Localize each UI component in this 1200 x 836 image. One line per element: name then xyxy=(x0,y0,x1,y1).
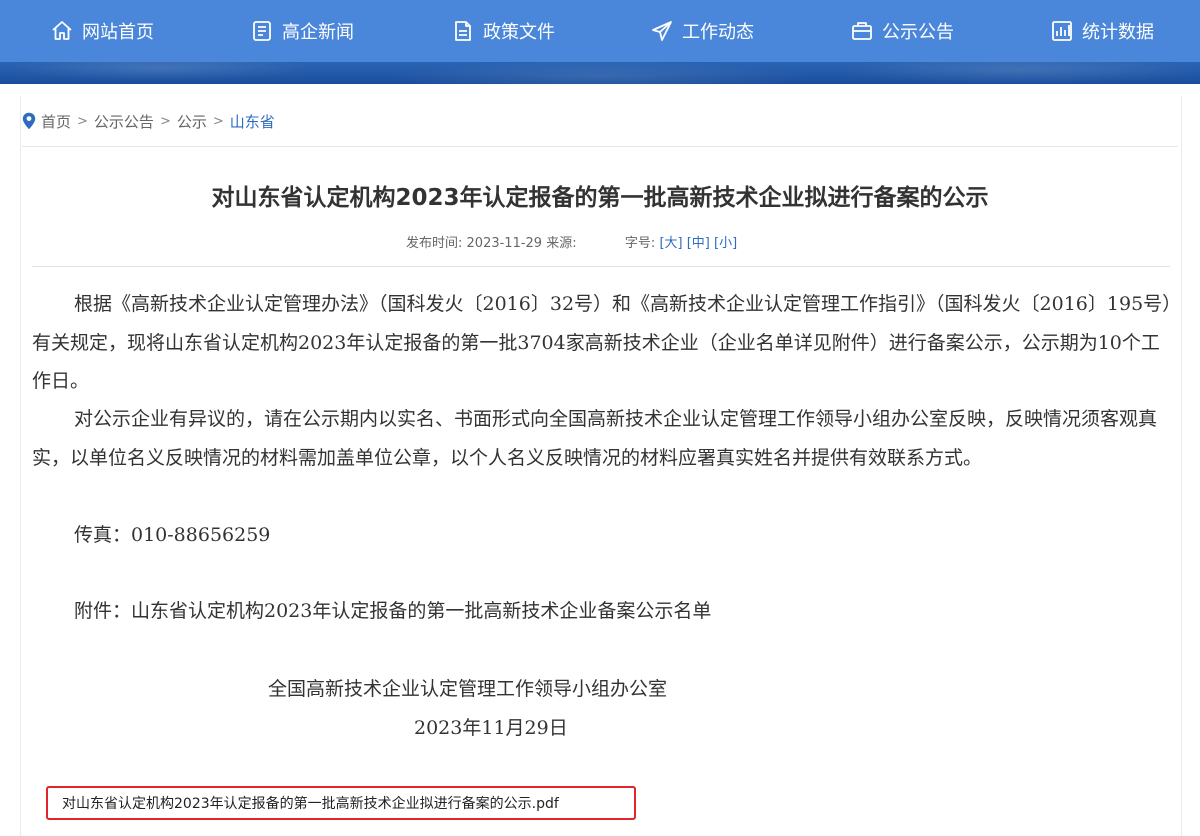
nav-item-news[interactable]: 高企新闻 xyxy=(250,0,354,62)
location-pin-icon xyxy=(22,112,36,130)
article-meta: 发布时间: 2023-11-29 来源: 字号: [大] [中] [小] xyxy=(406,232,737,251)
home-icon xyxy=(50,19,74,43)
nav-item-label: 工作动态 xyxy=(682,22,754,43)
publish-label: 发布时间: xyxy=(406,236,463,251)
header-decoration-stripe xyxy=(0,62,1200,84)
signature-organization: 全国高新技术企业认定管理工作领导小组办公室 xyxy=(268,678,668,700)
breadcrumb-separator: > xyxy=(212,113,224,129)
font-size-label: 字号: xyxy=(624,236,656,251)
nav-item-label: 网站首页 xyxy=(82,22,154,43)
send-icon xyxy=(650,19,674,43)
nav-item-home[interactable]: 网站首页 xyxy=(50,0,154,62)
font-size-small-button[interactable]: [小] xyxy=(714,236,737,251)
font-size-medium-button[interactable]: [中] xyxy=(687,236,710,251)
breadcrumb-home[interactable]: 首页 xyxy=(41,111,71,132)
breadcrumb-shandong[interactable]: 山东省 xyxy=(230,111,275,132)
breadcrumb-separator: > xyxy=(77,113,88,129)
signature-date: 2023年11月29日 xyxy=(414,717,568,739)
nav-item-work[interactable]: 工作动态 xyxy=(650,0,754,62)
article-paragraph: 对公示企业有异议的，请在公示期内以实名、书面形式向全国高新技术企业认定管理工作领… xyxy=(32,408,1158,469)
nav-item-policy[interactable]: 政策文件 xyxy=(451,0,555,62)
breadcrumb: 首页 > 公示公告 > 公示 > 山东省 xyxy=(22,108,275,134)
news-icon xyxy=(250,19,274,43)
document-icon xyxy=(451,19,475,43)
attachment-pdf-link[interactable]: 对山东省认定机构2023年认定报备的第一批高新技术企业拟进行备案的公示.pdf xyxy=(46,786,636,820)
publish-date: 2023-11-29 xyxy=(466,236,543,251)
breadcrumb-publicity[interactable]: 公示 xyxy=(177,111,207,132)
nav-item-label: 公示公告 xyxy=(882,22,954,43)
source-label: 来源: xyxy=(546,236,577,251)
fax-line: 传真：010-88656259 xyxy=(74,524,271,546)
nav-item-label: 统计数据 xyxy=(1082,22,1154,43)
breadcrumb-notices[interactable]: 公示公告 xyxy=(94,111,154,132)
nav-item-label: 高企新闻 xyxy=(282,22,354,43)
notice-icon xyxy=(850,19,874,43)
nav-item-label: 政策文件 xyxy=(483,22,555,43)
article-title: 对山东省认定机构2023年认定报备的第一批高新技术企业拟进行备案的公示 xyxy=(211,185,989,211)
chart-icon xyxy=(1050,19,1074,43)
breadcrumb-divider xyxy=(22,146,1178,147)
meta-divider xyxy=(32,266,1170,267)
article-paragraph: 根据《高新技术企业认定管理办法》（国科发火〔2016〕32号）和《高新技术企业认… xyxy=(32,293,1172,392)
nav-item-statistics[interactable]: 统计数据 xyxy=(1050,0,1154,62)
nav-item-notice[interactable]: 公示公告 xyxy=(850,0,954,62)
breadcrumb-separator: > xyxy=(159,113,171,129)
font-size-large-button[interactable]: [大] xyxy=(659,236,682,251)
main-nav: 网站首页 高企新闻 政策文件 工作动态 公示公告 统计数据 xyxy=(0,0,1200,62)
attachment-note: 附件：山东省认定机构2023年认定报备的第一批高新技术企业备案公示名单 xyxy=(74,600,712,622)
